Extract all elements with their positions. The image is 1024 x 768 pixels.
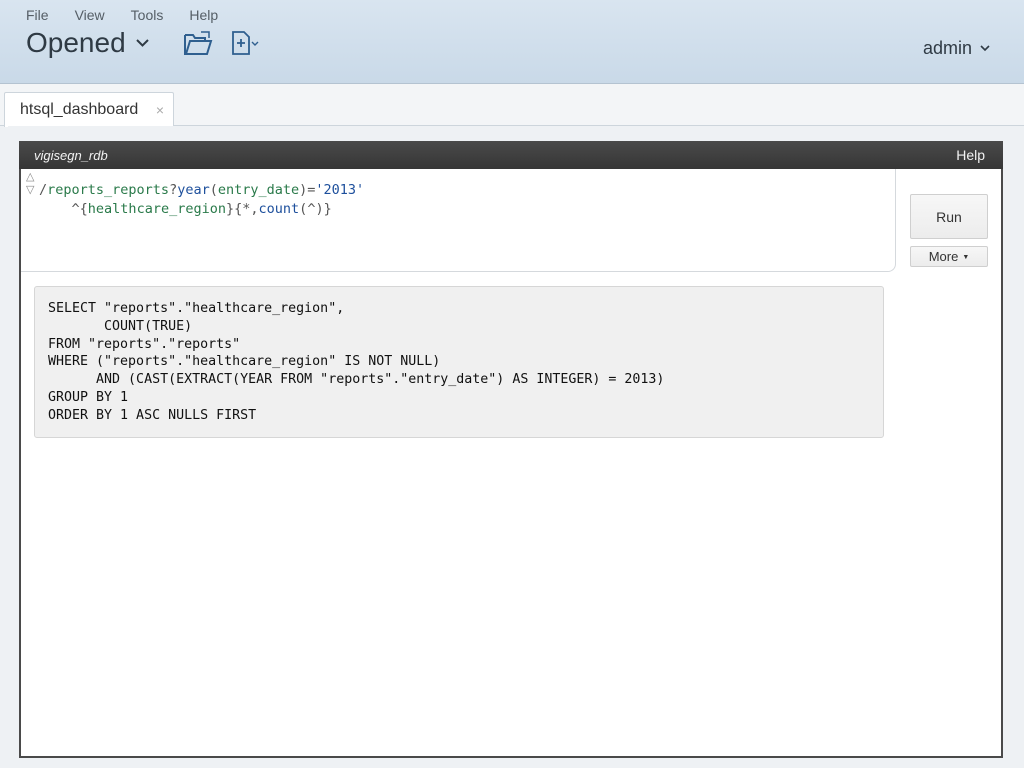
tok-ob: { — [79, 201, 88, 217]
sql-line: WHERE ("reports"."healthcare_region" IS … — [48, 354, 441, 370]
tab-htsql-dashboard[interactable]: htsql_dashboard × — [4, 92, 174, 127]
tok-indent — [39, 201, 72, 217]
sql-line: GROUP BY 1 — [48, 389, 129, 405]
tok-caret: ^ — [71, 201, 80, 217]
tok-cb2: } — [323, 201, 332, 217]
tok-cb: } — [225, 201, 235, 217]
run-button[interactable]: Run — [910, 194, 988, 239]
tok-str: '2013' — [315, 182, 365, 198]
sql-output: SELECT "reports"."healthcare_region", CO… — [34, 286, 884, 438]
user-menu[interactable]: admin — [923, 38, 990, 59]
menu-tools[interactable]: Tools — [131, 7, 164, 23]
tok-open: ( — [209, 182, 218, 198]
tok-q: ? — [169, 182, 178, 198]
user-name: admin — [922, 38, 972, 58]
fold-markers[interactable]: △ ▽ — [26, 171, 34, 197]
caret-down-icon: ▼ — [962, 254, 970, 262]
help-link[interactable]: Help — [956, 147, 985, 163]
tok-arg: entry_date — [217, 182, 300, 198]
panel-header: vigisegn_rdb Help — [19, 141, 1003, 169]
chevron-down-icon — [980, 45, 990, 52]
query-editor[interactable]: △ ▽ /reports_reports?year(entry_date)='2… — [21, 169, 896, 272]
database-name: vigisegn_rdb — [34, 148, 108, 163]
sql-line: SELECT "reports"."healthcare_region", — [48, 301, 345, 316]
new-file-icon[interactable] — [231, 30, 261, 56]
sql-text: SELECT "reports"."healthcare_region", CO… — [48, 300, 664, 425]
more-label: More — [928, 249, 959, 264]
menu-bar: File View Tools Help — [26, 7, 244, 23]
folder-open-icon[interactable] — [183, 30, 213, 56]
menu-help[interactable]: Help — [189, 7, 218, 23]
page-title: Opened — [26, 27, 126, 58]
tab-strip: htsql_dashboard × — [0, 84, 1024, 127]
sql-line: AND (CAST(EXTRACT(YEAR FROM "reports"."e… — [48, 372, 665, 388]
fold-up-icon[interactable]: △ — [26, 171, 34, 184]
query-text[interactable]: /reports_reports?year(entry_date)='2013'… — [39, 181, 364, 219]
chevron-down-icon — [135, 39, 149, 47]
tok-group: healthcare_region — [87, 201, 226, 217]
tok-comma: , — [250, 201, 259, 217]
close-icon[interactable]: × — [156, 102, 164, 118]
tok-count: count — [258, 201, 300, 217]
opened-dropdown[interactable]: Opened — [26, 27, 149, 59]
sql-line: FROM "reports"."reports" — [48, 336, 241, 352]
more-button[interactable]: More ▼ — [910, 246, 988, 267]
sql-line: COUNT(TRUE) — [48, 318, 193, 334]
tok-slash: / — [39, 182, 48, 198]
tok-fn: year — [177, 182, 210, 198]
fold-down-icon[interactable]: ▽ — [26, 184, 34, 197]
menu-view[interactable]: View — [75, 7, 105, 23]
menu-file[interactable]: File — [26, 7, 49, 23]
sql-line: ORDER BY 1 ASC NULLS FIRST — [48, 407, 257, 423]
app-header: File View Tools Help Opened admin — [0, 0, 1024, 84]
tok-table: reports_reports — [47, 182, 170, 198]
tab-label: htsql_dashboard — [20, 101, 139, 118]
tok-pc: ) — [315, 201, 324, 217]
